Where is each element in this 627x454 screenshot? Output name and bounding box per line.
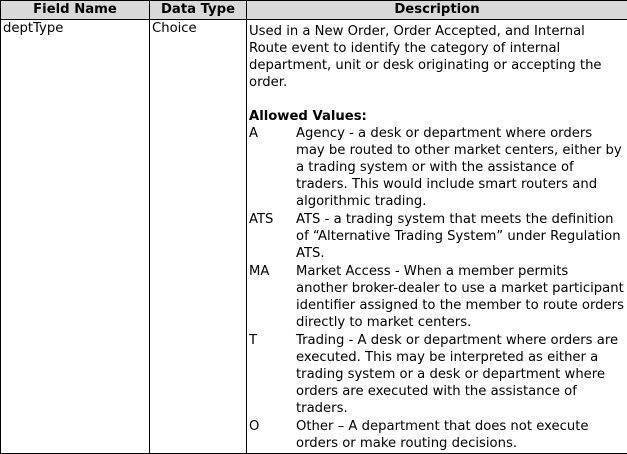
header-description: Description [247, 1, 627, 20]
header-row: Field Name Data Type Description [1, 1, 627, 20]
allowed-value-description: Other – A department that does not execu… [296, 418, 626, 452]
allowed-value-item: ATS ATS - a trading system that meets th… [249, 211, 626, 262]
description-text: Used in a New Order, Order Accepted, and… [249, 23, 626, 91]
allowed-value-code: MA [249, 263, 296, 331]
field-spec-table: Field Name Data Type Description deptTyp… [0, 0, 627, 454]
field-name-cell: deptType [1, 20, 150, 454]
allowed-value-code: A [249, 125, 296, 210]
allowed-value-item: O Other – A department that does not exe… [249, 418, 626, 452]
allowed-value-item: T Trading - A desk or department where o… [249, 332, 626, 417]
allowed-value-description: Trading - A desk or department where ord… [296, 332, 626, 417]
header-field-name: Field Name [1, 1, 150, 20]
header-data-type: Data Type [150, 1, 247, 20]
data-type-cell: Choice [150, 20, 247, 454]
description-cell: Used in a New Order, Order Accepted, and… [247, 20, 627, 454]
allowed-value-code: O [249, 418, 296, 452]
allowed-value-description: Market Access - When a member permits an… [296, 263, 626, 331]
table-row: deptType Choice Used in a New Order, Ord… [1, 20, 627, 454]
allowed-values-list: A Agency - a desk or department where or… [249, 125, 626, 452]
allowed-value-code: T [249, 332, 296, 417]
allowed-value-item: MA Market Access - When a member permits… [249, 263, 626, 331]
allowed-value-item: A Agency - a desk or department where or… [249, 125, 626, 210]
allowed-value-code: ATS [249, 211, 296, 262]
allowed-value-description: ATS - a trading system that meets the de… [296, 211, 626, 262]
allowed-value-description: Agency - a desk or department where orde… [296, 125, 626, 210]
allowed-values-heading: Allowed Values: [249, 108, 626, 125]
